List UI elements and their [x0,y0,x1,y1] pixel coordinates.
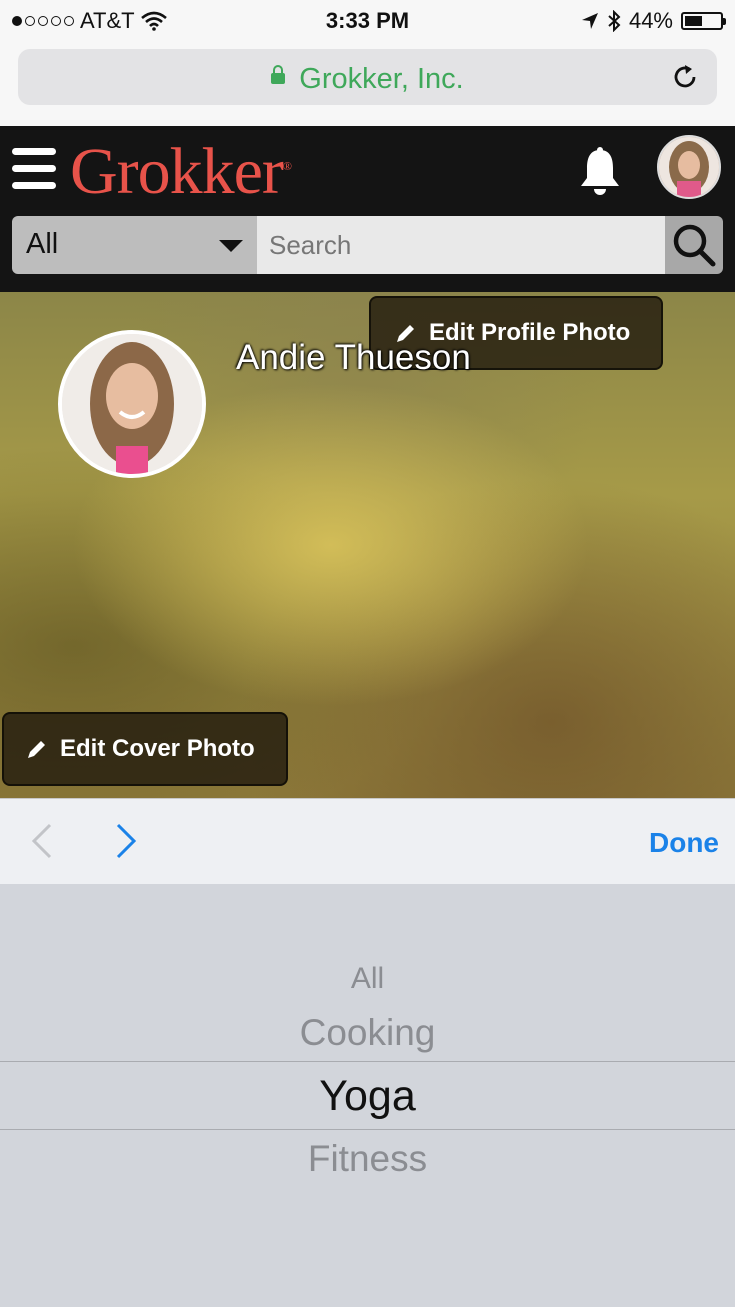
profile-name: Andie Thueson [236,338,471,377]
reload-icon[interactable] [669,61,701,93]
search-input[interactable] [257,216,665,274]
search-row: All [12,216,723,274]
search-icon [673,224,716,267]
edit-cover-photo-label: Edit Cover Photo [60,735,255,762]
battery-icon [681,12,726,30]
edit-cover-photo-button[interactable]: Edit Cover Photo [2,712,288,786]
location-arrow-icon [581,13,598,29]
lock-icon [271,64,286,84]
menu-icon[interactable] [12,148,56,194]
user-avatar[interactable] [657,135,721,199]
browser-toolbar: Grokker, Inc. [0,40,735,127]
picker-selection-line [0,1129,735,1130]
battery-percent: 44% [628,8,673,33]
status-right: 44% [581,8,726,34]
picker-option-selected[interactable]: Yoga [0,1072,735,1121]
app-header: Grokker® All [0,126,735,292]
profile-avatar[interactable] [58,330,206,478]
cover-photo: Edit Profile Photo Andie Thueson Edit Co… [0,292,735,798]
chevron-left-icon[interactable] [28,821,58,861]
logo[interactable]: Grokker® [70,134,292,210]
search-button[interactable] [665,216,723,274]
picker-option[interactable]: Fitness [0,1138,735,1180]
bell-icon[interactable] [576,146,624,196]
bluetooth-icon [608,10,621,32]
category-value: All [26,228,59,260]
logo-text: Grokker [70,135,284,208]
address-bar[interactable]: Grokker, Inc. [18,49,717,105]
status-bar: AT&T 3:33 PM 44% [0,0,735,40]
picker-option[interactable]: Cooking [0,1012,735,1054]
picker-option[interactable]: All [0,962,735,996]
pencil-icon [28,741,45,758]
category-picker[interactable]: All Cooking Yoga Fitness [0,884,735,1307]
done-button[interactable]: Done [649,827,719,859]
site-name: Grokker, Inc. [299,63,464,95]
picker-selection-line [0,1061,735,1062]
category-select[interactable]: All [12,216,257,274]
chevron-right-icon[interactable] [110,821,140,861]
keyboard-accessory-bar: Done [0,798,735,885]
address-site: Grokker, Inc. [18,63,717,96]
chevron-down-icon [219,240,243,252]
